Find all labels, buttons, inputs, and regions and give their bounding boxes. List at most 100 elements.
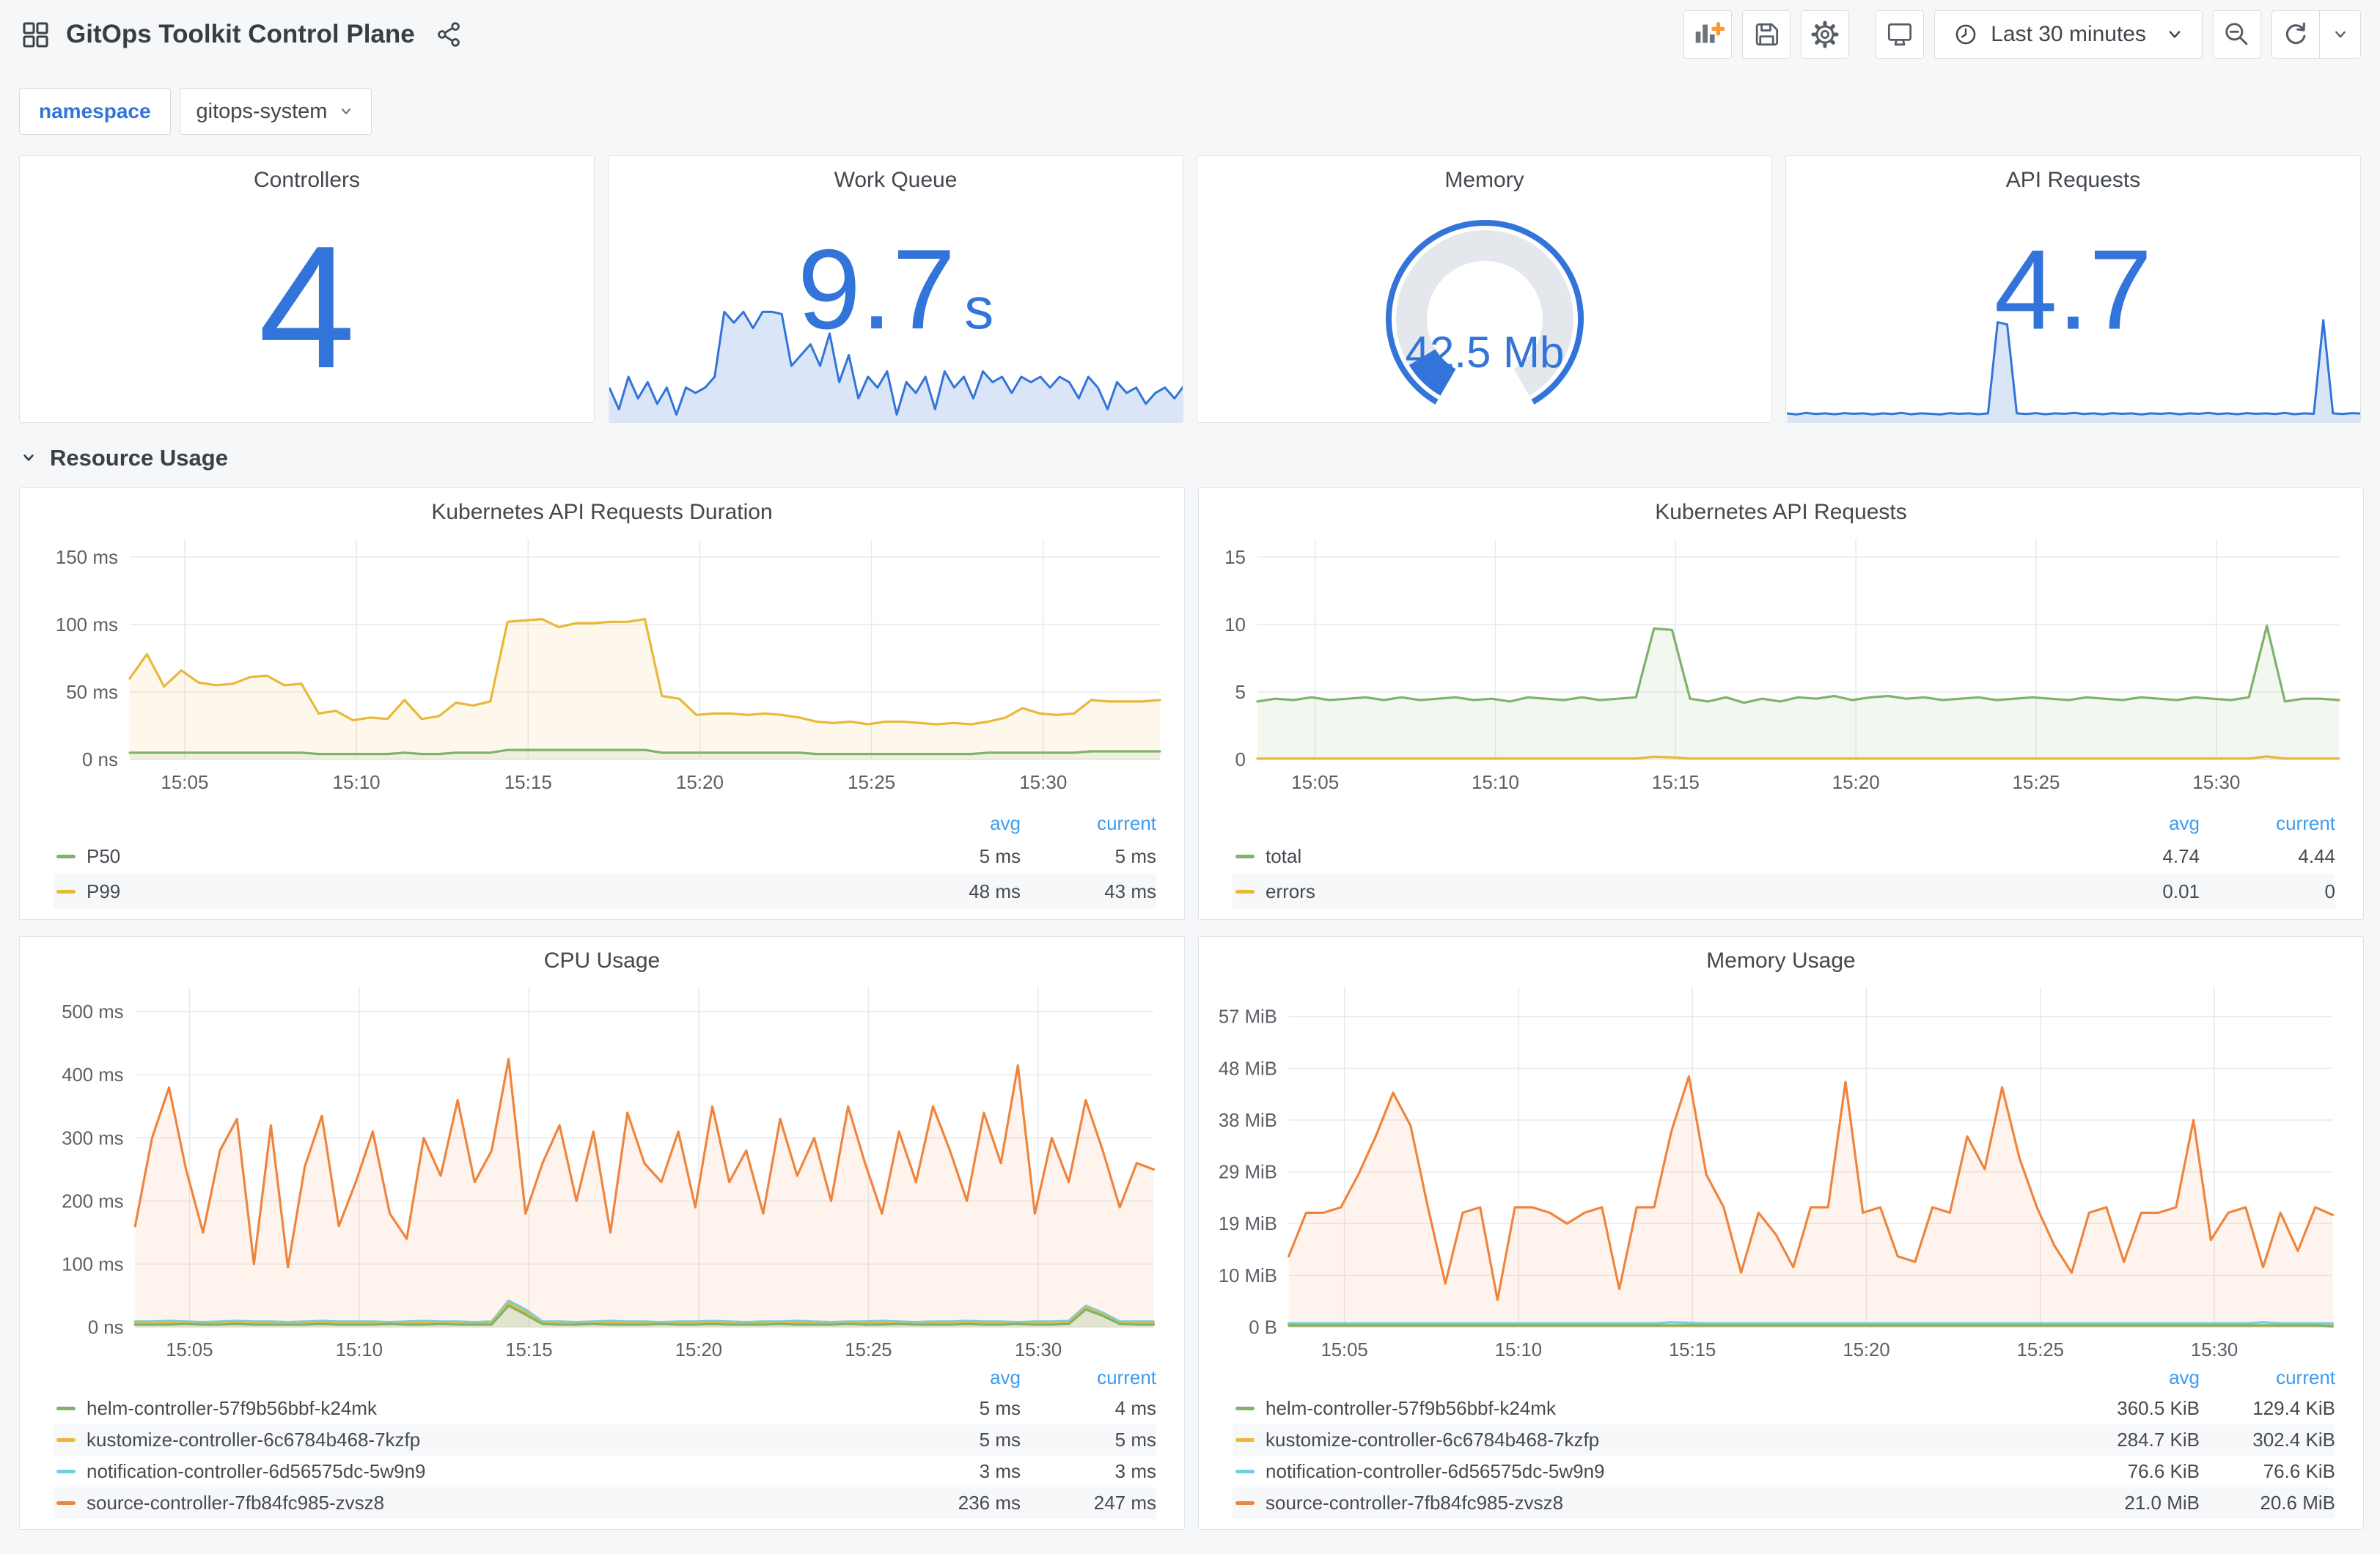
legend-avg-value: 76.6 KiB bbox=[2127, 1460, 2200, 1482]
section-title: Resource Usage bbox=[50, 445, 228, 471]
legend-row: helm-controller-57f9b56bbf-k24mk 5 ms 4 ms bbox=[54, 1393, 1156, 1424]
cycle-view-button[interactable] bbox=[1876, 10, 1925, 59]
save-dashboard-button[interactable] bbox=[1742, 10, 1791, 59]
legend-series-label[interactable]: P50 bbox=[87, 845, 896, 868]
series-color-dash bbox=[56, 1501, 76, 1505]
legend-series-label[interactable]: source-controller-7fb84fc985-zvsz8 bbox=[1266, 1492, 2075, 1514]
legend-avg-value: 21.0 MiB bbox=[2124, 1492, 2200, 1514]
svg-text:5: 5 bbox=[1235, 681, 1246, 703]
legend-sort-current[interactable]: current bbox=[2200, 1366, 2335, 1389]
svg-text:0 B: 0 B bbox=[1249, 1317, 1277, 1338]
cpu-chart[interactable]: 15:05 15:10 15:15 15:20 15:25 15:30 0 ns 100 ms… bbox=[20, 976, 1185, 1362]
time-range-chevron-icon bbox=[2164, 23, 2186, 45]
memory-legend: avg current helm-controller-57f9b56bbf-k24… bbox=[1199, 1362, 2363, 1529]
legend-avg-value: 0.01 bbox=[2162, 880, 2200, 902]
svg-text:15:05: 15:05 bbox=[161, 771, 208, 793]
legend-series-label[interactable]: source-controller-7fb84fc985-zvsz8 bbox=[87, 1492, 896, 1514]
refresh-button[interactable] bbox=[2271, 10, 2320, 59]
legend-series-label[interactable]: kustomize-controller-6c6784b468-7kzfp bbox=[87, 1429, 896, 1451]
legend-avg-value: 4.74 bbox=[2162, 844, 2200, 867]
panel-title[interactable]: Kubernetes API Requests Duration bbox=[20, 488, 1184, 525]
svg-text:15:15: 15:15 bbox=[1669, 1340, 1716, 1360]
namespace-variable-select[interactable]: gitops-system bbox=[179, 88, 372, 135]
namespace-variable-value: gitops-system bbox=[196, 99, 328, 123]
section-resource-usage[interactable]: Resource Usage bbox=[19, 445, 2361, 471]
svg-text:100 ms: 100 ms bbox=[56, 614, 118, 636]
svg-text:15:05: 15:05 bbox=[1321, 1340, 1367, 1360]
svg-text:15:20: 15:20 bbox=[1832, 771, 1880, 793]
svg-text:15:25: 15:25 bbox=[845, 1340, 892, 1360]
svg-text:15:15: 15:15 bbox=[1652, 771, 1700, 793]
svg-text:38 MiB: 38 MiB bbox=[1219, 1111, 1277, 1131]
panel-title[interactable]: Controllers bbox=[20, 156, 594, 193]
legend-current-value: 5 ms bbox=[1114, 844, 1156, 867]
svg-text:15:10: 15:10 bbox=[336, 1340, 383, 1360]
panel-title[interactable]: Memory bbox=[1197, 156, 1771, 193]
refresh-button-group bbox=[2271, 10, 2361, 59]
legend-series-label[interactable]: notification-controller-6d56575dc-5w9n9 bbox=[1266, 1460, 2075, 1483]
panel-title[interactable]: Memory Usage bbox=[1199, 937, 2363, 973]
time-range-label: Last 30 minutes bbox=[1991, 22, 2146, 46]
panel-title[interactable]: CPU Usage bbox=[20, 937, 1184, 973]
svg-text:15:30: 15:30 bbox=[1015, 1340, 1062, 1360]
legend-current-value: 4 ms bbox=[1114, 1397, 1156, 1419]
settings-button[interactable] bbox=[1801, 10, 1850, 59]
cpu-legend: avg current helm-controller-57f9b56bbf-k24… bbox=[20, 1362, 1184, 1529]
legend-row: source-controller-7fb84fc985-zvsz8 21.0 M… bbox=[1233, 1487, 2335, 1519]
legend-row: kustomize-controller-6c6784b468-7kzfp 284… bbox=[1233, 1424, 2335, 1456]
legend-sort-avg[interactable]: avg bbox=[2075, 812, 2200, 835]
legend-current-value: 20.6 MiB bbox=[2260, 1492, 2335, 1514]
chart-row-1: Kubernetes API Requests Duration 15:05 15… bbox=[19, 487, 2364, 920]
series-color-dash bbox=[1235, 1438, 1255, 1442]
legend-series-label[interactable]: total bbox=[1266, 845, 2075, 868]
controllers-value: 4 bbox=[258, 210, 356, 405]
requests-chart[interactable]: 15:05 15:10 15:15 15:20 15:25 15:30 0 5 10 15 bbox=[1199, 528, 2364, 795]
legend-current-value: 43 ms bbox=[1104, 880, 1156, 902]
svg-text:0: 0 bbox=[1235, 748, 1246, 770]
legend-sort-avg[interactable]: avg bbox=[896, 1366, 1021, 1389]
panel-title[interactable]: API Requests bbox=[1786, 156, 2360, 193]
legend-series-label[interactable]: helm-controller-57f9b56bbf-k24mk bbox=[87, 1397, 896, 1420]
legend-row: notification-controller-6d56575dc-5w9n9 3… bbox=[54, 1456, 1156, 1487]
series-color-dash bbox=[56, 1438, 76, 1442]
page-title: GitOps Toolkit Control Plane bbox=[66, 20, 415, 48]
dashboard-header: GitOps Toolkit Control Plane Last 30 min… bbox=[0, 0, 2380, 69]
memory-chart[interactable]: 15:05 15:10 15:15 15:20 15:25 15:30 0 B 10 MiB 1… bbox=[1199, 976, 2364, 1362]
legend-series-label[interactable]: helm-controller-57f9b56bbf-k24mk bbox=[1266, 1397, 2075, 1420]
legend-row: notification-controller-6d56575dc-5w9n9 7… bbox=[1233, 1456, 2335, 1487]
svg-text:15:30: 15:30 bbox=[2192, 771, 2240, 793]
legend-header: avg current bbox=[1233, 1362, 2335, 1393]
legend-sort-current[interactable]: current bbox=[1021, 1366, 1156, 1389]
svg-text:15:30: 15:30 bbox=[2191, 1340, 2238, 1360]
svg-text:15:10: 15:10 bbox=[333, 771, 381, 793]
legend-sort-avg[interactable]: avg bbox=[896, 812, 1021, 835]
dashboard-variables: namespace gitops-system bbox=[19, 88, 2361, 135]
legend-sort-avg[interactable]: avg bbox=[2075, 1366, 2200, 1389]
share-icon[interactable] bbox=[434, 20, 463, 49]
legend-sort-current[interactable]: current bbox=[1021, 812, 1156, 835]
panel-title[interactable]: Kubernetes API Requests bbox=[1199, 488, 2363, 525]
legend-series-label[interactable]: kustomize-controller-6c6784b468-7kzfp bbox=[1266, 1429, 2075, 1451]
legend-series-label[interactable]: errors bbox=[1266, 880, 2075, 903]
svg-text:400 ms: 400 ms bbox=[62, 1065, 123, 1086]
refresh-interval-chevron[interactable] bbox=[2320, 10, 2361, 59]
legend-header: avg current bbox=[54, 808, 1156, 839]
legend-current-value: 3 ms bbox=[1114, 1460, 1156, 1482]
legend-current-value: 247 ms bbox=[1093, 1492, 1156, 1514]
zoom-out-button[interactable] bbox=[2213, 10, 2261, 59]
time-range-picker[interactable]: Last 30 minutes bbox=[1934, 10, 2203, 59]
legend-series-label[interactable]: notification-controller-6d56575dc-5w9n9 bbox=[87, 1460, 896, 1483]
legend-current-value: 76.6 KiB bbox=[2263, 1460, 2335, 1482]
section-collapse-chevron-icon bbox=[19, 449, 38, 468]
panel-title[interactable]: Work Queue bbox=[609, 156, 1183, 193]
duration-chart[interactable]: 15:05 15:10 15:15 15:20 15:25 15:30 0 ns 50 ms 1… bbox=[20, 528, 1185, 795]
svg-text:15:10: 15:10 bbox=[1472, 771, 1519, 793]
legend-current-value: 129.4 KiB bbox=[2252, 1397, 2335, 1419]
add-panel-button[interactable] bbox=[1683, 10, 1733, 59]
series-color-dash bbox=[1235, 854, 1255, 858]
panel-work-queue: Work Queue 9.7 s bbox=[608, 155, 1183, 423]
legend-avg-value: 284.7 KiB bbox=[2117, 1429, 2200, 1451]
dashboard-grid-icon[interactable] bbox=[19, 18, 51, 51]
legend-sort-current[interactable]: current bbox=[2200, 812, 2335, 835]
legend-series-label[interactable]: P99 bbox=[87, 880, 896, 903]
